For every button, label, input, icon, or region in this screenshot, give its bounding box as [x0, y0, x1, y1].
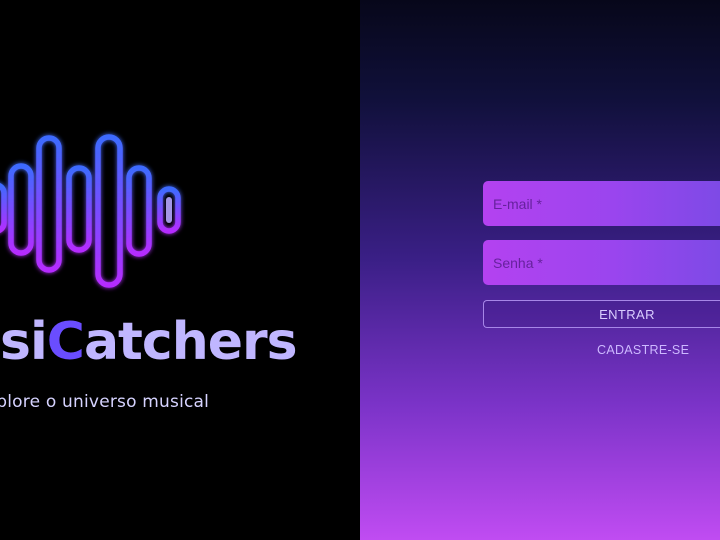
sound-wave-icon: [0, 134, 181, 288]
login-button[interactable]: ENTRAR: [483, 300, 720, 328]
tagline-container: xplore o universo musical: [0, 392, 300, 422]
signup-link[interactable]: CADASTRE-SE: [597, 343, 689, 357]
login-button-label: ENTRAR: [599, 307, 655, 322]
brand-tagline: xplore o universo musical: [0, 392, 210, 412]
wave-bar: [0, 183, 7, 233]
brand-title: usiCatchers: [0, 312, 300, 382]
brand-title-part: atchers: [83, 312, 298, 372]
wave-bar: [126, 165, 152, 257]
brand-title-accent: C: [46, 312, 85, 372]
wave-bar: [95, 134, 123, 288]
email-field[interactable]: [483, 181, 720, 226]
brand-title-part: usi: [0, 312, 48, 372]
email-field-wrapper: [483, 181, 720, 226]
wave-bar: [36, 135, 62, 273]
password-field-wrapper: [483, 240, 720, 285]
wave-bar: [66, 165, 92, 253]
password-field[interactable]: [483, 240, 720, 285]
wave-bar: [8, 163, 34, 256]
login-panel: ENTRAR CADASTRE-SE: [360, 0, 720, 540]
brand-panel: usiCatchers xplore o universo musical: [0, 0, 360, 540]
